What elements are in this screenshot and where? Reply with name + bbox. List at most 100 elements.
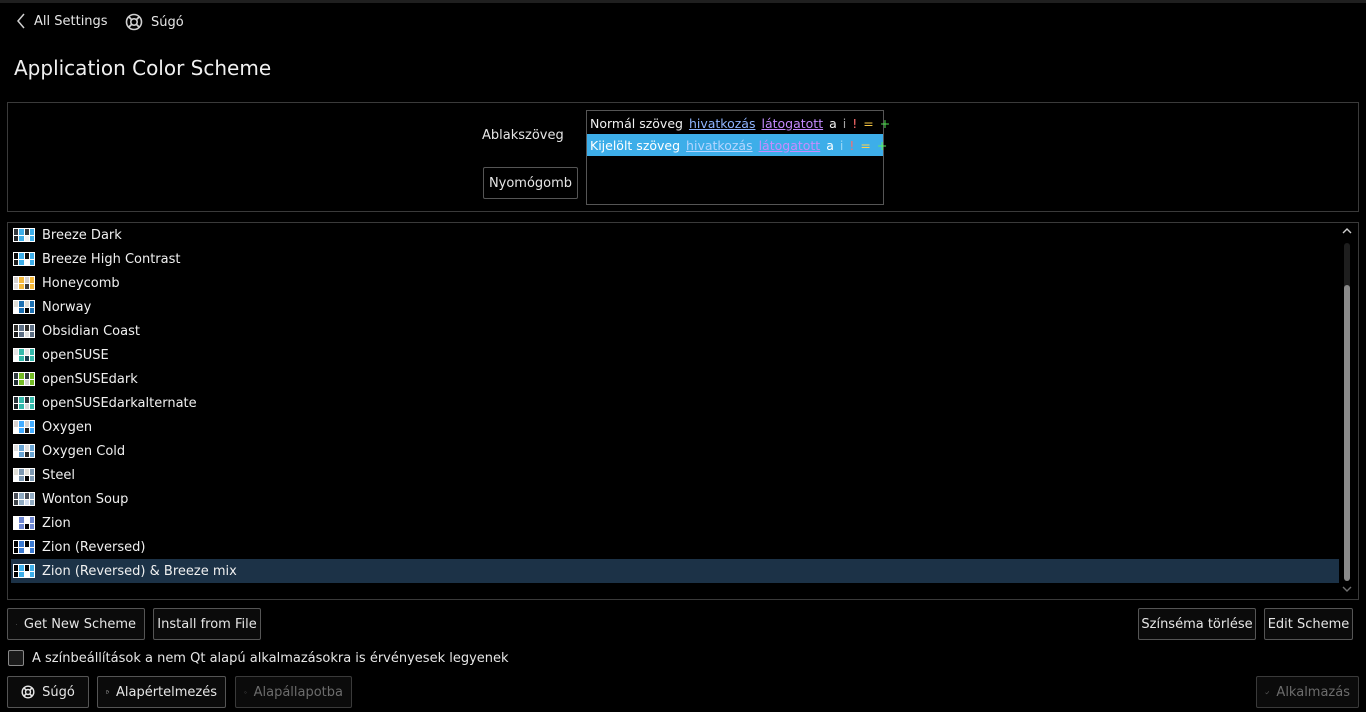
selected-positive-text: + <box>876 137 888 153</box>
color-scheme-preview-icon <box>13 444 35 458</box>
color-scheme-preview-icon <box>13 516 35 530</box>
footer-help-button[interactable]: Súgó <box>7 676 89 708</box>
list-scrollbar[interactable] <box>1340 225 1354 597</box>
scheme-name: Zion (Reversed) & Breeze mix <box>42 563 237 579</box>
color-scheme-list[interactable]: Breeze Dark Breeze High Contrast Honeycomb… <box>7 222 1359 600</box>
color-scheme-preview-icon <box>13 348 35 362</box>
scheme-list-item[interactable]: Oxygen Cold <box>11 439 1339 463</box>
checkmark-icon <box>1265 690 1270 694</box>
scheme-list-item[interactable]: Breeze High Contrast <box>11 247 1339 271</box>
scroll-up-arrow-icon[interactable] <box>1341 225 1353 237</box>
star-icon <box>16 623 17 625</box>
help-link[interactable]: Súgó <box>125 13 184 31</box>
scheme-list-item[interactable]: Honeycomb <box>11 271 1339 295</box>
scheme-name: Zion <box>42 515 71 531</box>
normal-negative-text: ! <box>852 115 858 131</box>
edit-scheme-button[interactable]: Edit Scheme <box>1264 608 1353 640</box>
window-top-border <box>0 0 1366 3</box>
scheme-name: Oxygen Cold <box>42 443 126 459</box>
scheme-list-item[interactable]: Wonton Soup <box>11 487 1339 511</box>
scheme-list-item[interactable]: openSUSE <box>11 343 1339 367</box>
normal-neutral-text: = <box>863 115 874 131</box>
color-scheme-preview-icon <box>13 396 35 410</box>
document-defaults-icon <box>106 690 109 694</box>
normal-text: Normál szöveg <box>590 115 683 131</box>
remove-scheme-button[interactable]: Színséma törlése <box>1138 608 1256 640</box>
color-scheme-preview-icon <box>13 300 35 314</box>
selected-text: Kijelölt szöveg <box>590 137 681 153</box>
push-button-preview[interactable]: Nyomógomb <box>483 167 578 199</box>
selected-visited-text: látogatott <box>758 137 821 153</box>
normal-inactive-text: i <box>842 115 847 131</box>
color-scheme-preview-icon <box>13 372 35 386</box>
scheme-name: openSUSE <box>42 347 109 363</box>
defaults-button[interactable]: Alapértelmezés <box>97 676 226 708</box>
selected-text-sample-row: Kijelölt szöveg hivatkozás látogatott a … <box>587 134 887 156</box>
scheme-list-item[interactable]: Norway <box>11 295 1339 319</box>
apply-non-qt-checkbox[interactable] <box>8 650 24 666</box>
selected-neutral-text: = <box>860 137 871 153</box>
footer-help-label: Súgó <box>42 684 75 700</box>
color-scheme-preview-icon <box>13 420 35 434</box>
scheme-name: Steel <box>42 467 75 483</box>
scheme-name: openSUSEdark <box>42 371 138 387</box>
scheme-list-item[interactable]: Zion (Reversed) <box>11 535 1339 559</box>
get-new-scheme-button[interactable]: Get New Scheme <box>7 608 145 640</box>
install-from-file-button[interactable]: Install from File <box>153 608 261 640</box>
normal-link-text: hivatkozás <box>688 115 756 131</box>
color-scheme-preview-icon <box>13 324 35 338</box>
scheme-name: Breeze High Contrast <box>42 251 181 267</box>
defaults-label: Alapértelmezés <box>115 684 217 700</box>
normal-text-sample-row: Normál szöveg hivatkozás látogatott a i … <box>587 112 890 134</box>
scheme-name: Obsidian Coast <box>42 323 140 339</box>
color-scheme-preview-icon <box>13 492 35 506</box>
scheme-list-item[interactable]: openSUSEdark <box>11 367 1339 391</box>
back-label: All Settings <box>34 13 108 29</box>
scheme-list-item[interactable]: Steel <box>11 463 1339 487</box>
selected-active-text: a <box>826 137 834 153</box>
reset-button[interactable]: Alapállapotba <box>235 676 352 708</box>
lifebuoy-icon <box>125 13 143 31</box>
window-text-label: Ablakszöveg <box>482 128 564 143</box>
selected-link-text: hivatkozás <box>686 137 753 153</box>
scheme-name: Honeycomb <box>42 275 120 291</box>
apply-button[interactable]: Alkalmazás <box>1256 676 1359 708</box>
color-scheme-preview-icon <box>13 252 35 266</box>
apply-non-qt-label: A színbeállítások a nem Qt alapú alkalma… <box>32 650 509 666</box>
scheme-name: Wonton Soup <box>42 491 129 507</box>
lifebuoy-icon <box>21 685 35 699</box>
selected-negative-text: ! <box>849 137 855 153</box>
text-sample-view: Normál szöveg hivatkozás látogatott a i … <box>586 110 890 205</box>
get-new-scheme-label: Get New Scheme <box>23 616 136 632</box>
scheme-list-item[interactable]: Breeze Dark <box>11 223 1339 247</box>
color-scheme-preview-icon <box>13 276 35 290</box>
normal-visited-text: látogatott <box>761 115 824 131</box>
help-label: Súgó <box>151 14 184 30</box>
reset-label: Alapállapotba <box>253 684 343 700</box>
apply-label: Alkalmazás <box>1276 684 1350 700</box>
scheme-list-item[interactable]: openSUSEdarkalternate <box>11 391 1339 415</box>
scheme-name: Oxygen <box>42 419 93 435</box>
color-scheme-preview-icon <box>13 468 35 482</box>
scheme-name: Breeze Dark <box>42 227 122 243</box>
scheme-name: Norway <box>42 299 92 315</box>
scroll-thumb[interactable] <box>1344 285 1350 581</box>
color-scheme-preview-icon <box>13 564 35 578</box>
scheme-list-item[interactable]: Zion (Reversed) & Breeze mix <box>11 559 1339 583</box>
color-scheme-preview-icon <box>13 228 35 242</box>
scheme-list-item[interactable]: Oxygen <box>11 415 1339 439</box>
undo-icon <box>244 691 247 694</box>
scheme-name: openSUSEdarkalternate <box>42 395 197 411</box>
back-to-all-settings-link[interactable]: All Settings <box>16 13 108 29</box>
normal-positive-text: + <box>879 115 891 131</box>
normal-active-text: a <box>829 115 837 131</box>
apply-non-qt-option[interactable]: A színbeállítások a nem Qt alapú alkalma… <box>8 650 509 666</box>
scheme-name: Zion (Reversed) <box>42 539 146 555</box>
scheme-list-item[interactable]: Zion <box>11 511 1339 535</box>
page-title: Application Color Scheme <box>14 56 272 80</box>
selected-inactive-text: i <box>839 137 844 153</box>
scheme-list-item[interactable]: Obsidian Coast <box>11 319 1339 343</box>
scroll-down-arrow-icon[interactable] <box>1341 583 1353 595</box>
chevron-left-icon <box>17 13 25 29</box>
color-scheme-preview-icon <box>13 540 35 554</box>
